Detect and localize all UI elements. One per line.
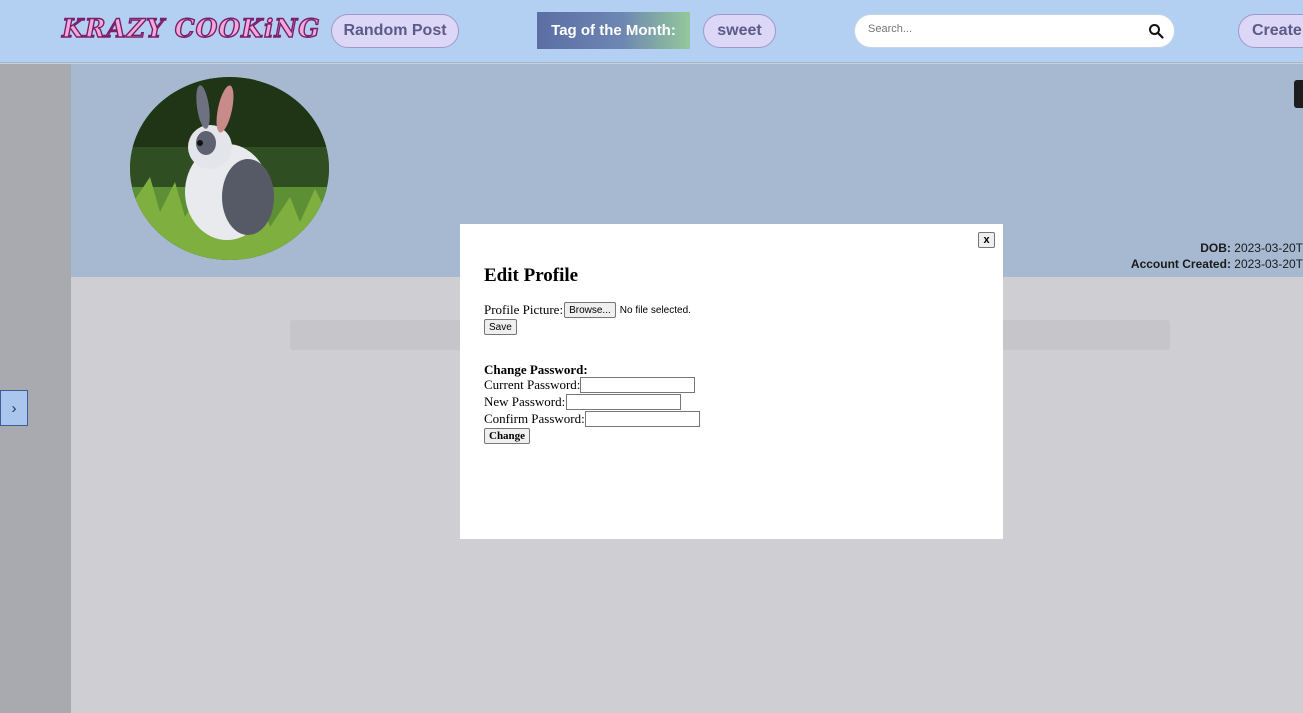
save-row: Save	[484, 319, 517, 335]
rabbit-photo	[130, 77, 329, 260]
save-button[interactable]: Save	[484, 319, 517, 335]
dark-tab[interactable]	[1294, 80, 1303, 108]
left-sidebar	[0, 64, 71, 713]
tag-of-month-button[interactable]: sweet	[703, 14, 776, 48]
dob-row: DOB: 2023-03-20T	[1131, 240, 1303, 256]
tag-of-month-label: Tag of the Month:	[537, 12, 690, 49]
search-icon[interactable]	[1148, 23, 1164, 39]
random-post-button[interactable]: Random Post	[331, 14, 459, 48]
current-password-label: Current Password:	[484, 377, 581, 392]
edit-profile-modal: x Edit Profile Profile Picture: Browse..…	[460, 224, 1003, 539]
search-input[interactable]	[868, 23, 1138, 35]
confirm-password-field[interactable]	[584, 411, 700, 427]
create-button[interactable]: Create	[1238, 14, 1303, 48]
new-password-row: New Password:	[484, 394, 682, 410]
confirm-password-label: Confirm Password:	[484, 411, 585, 426]
account-created-row: Account Created: 2023-03-20T	[1131, 256, 1303, 272]
profile-avatar	[130, 77, 329, 260]
new-password-label: New Password:	[484, 394, 566, 409]
browse-button[interactable]: Browse...	[564, 302, 616, 318]
new-password-field[interactable]	[566, 394, 682, 410]
current-password-field[interactable]	[580, 377, 696, 393]
account-created-label: Account Created:	[1130, 257, 1231, 271]
profile-picture-row: Profile Picture: Browse... No file selec…	[484, 302, 691, 318]
change-row: Change	[484, 428, 531, 444]
account-created-value: 2023-03-20T	[1234, 257, 1303, 271]
dob-label: DOB:	[1200, 241, 1231, 255]
search-box	[854, 14, 1175, 48]
close-button[interactable]: x	[978, 232, 995, 248]
profile-picture-label: Profile Picture:	[484, 302, 564, 317]
change-password-button[interactable]: Change	[484, 428, 531, 444]
site-logo[interactable]: KRAZY COOKiNG	[61, 13, 321, 43]
sidebar-toggle-button[interactable]: ›	[0, 390, 28, 426]
current-password-row: Current Password:	[484, 377, 696, 393]
file-status: No file selected.	[619, 304, 691, 316]
change-password-heading: Change Password:	[484, 362, 588, 377]
top-nav: KRAZY COOKiNG Random Post Tag of the Mon…	[0, 0, 1303, 63]
confirm-password-row: Confirm Password:	[484, 411, 700, 427]
dob-value: 2023-03-20T	[1234, 241, 1303, 255]
modal-title: Edit Profile	[484, 265, 579, 286]
profile-meta: DOB: 2023-03-20T Account Created: 2023-0…	[1131, 240, 1303, 272]
